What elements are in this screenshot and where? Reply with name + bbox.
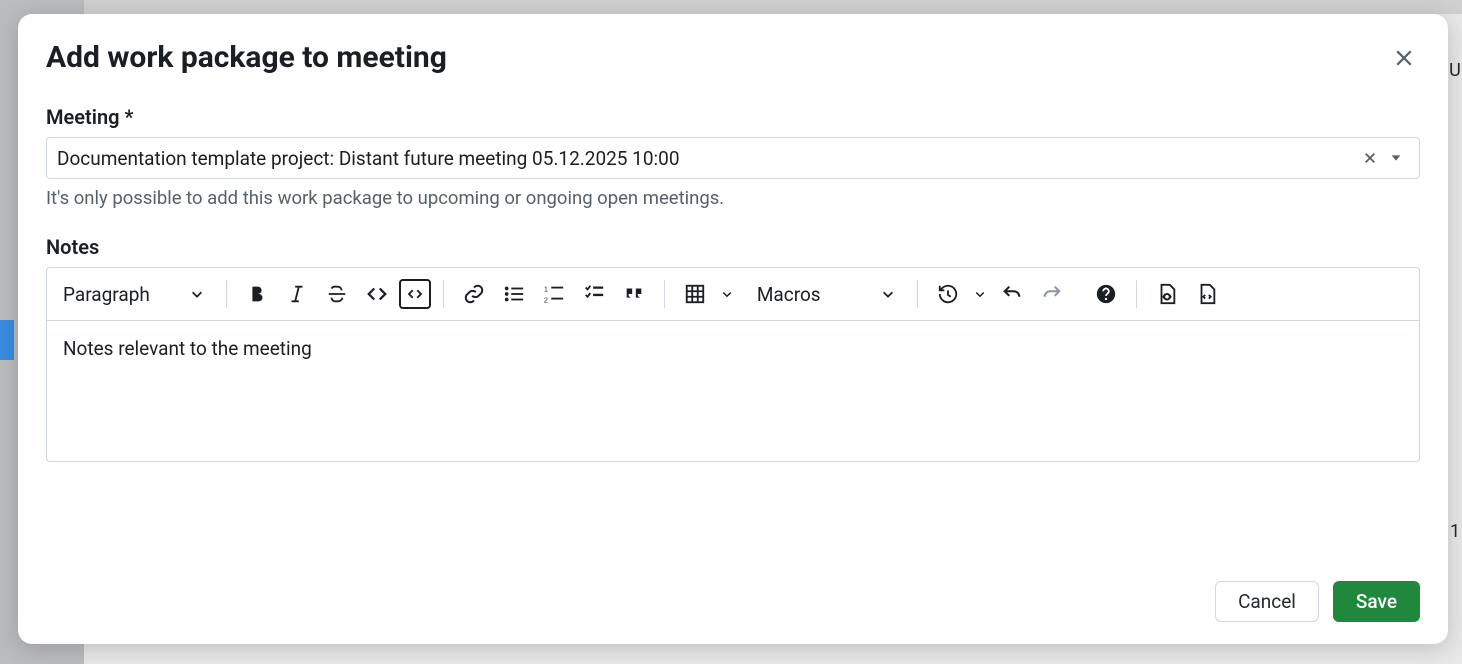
bold-button[interactable] [239,276,275,312]
inline-code-button[interactable] [359,276,395,312]
close-button[interactable] [1392,46,1416,70]
toolbar-separator [443,280,444,308]
italic-icon [286,283,308,305]
table-dropdown-button[interactable] [717,276,737,312]
link-icon [463,283,485,305]
code-icon [366,283,388,305]
chevron-down-icon [881,287,895,301]
meeting-dropdown-caret[interactable] [1383,151,1409,165]
blockquote-button[interactable] [616,276,652,312]
bullet-list-icon [503,283,525,305]
preview-icon [1156,283,1178,305]
task-list-icon [583,283,605,305]
notes-label: Notes [46,235,1420,259]
source-button[interactable] [1189,276,1225,312]
strikethrough-button[interactable] [319,276,355,312]
ordered-list-icon: 12 [543,283,565,305]
bullet-list-button[interactable] [496,276,532,312]
table-icon [684,283,706,305]
close-icon [1395,49,1413,67]
ordered-list-button[interactable]: 12 [536,276,572,312]
toolbar-separator [917,280,918,308]
table-button[interactable] [677,276,713,312]
redo-icon [1041,283,1063,305]
history-dropdown-button[interactable] [970,276,990,312]
meeting-selected-value: Documentation template project: Distant … [57,147,1357,170]
notes-editor: Paragraph [46,267,1420,462]
bg-right-char-2: 1 [1450,521,1460,542]
chevron-down-icon [974,288,986,300]
redo-button[interactable] [1034,276,1070,312]
meeting-select[interactable]: Documentation template project: Distant … [46,137,1420,179]
svg-text:2: 2 [544,295,548,304]
link-button[interactable] [456,276,492,312]
cancel-button[interactable]: Cancel [1215,581,1319,622]
source-icon [1196,283,1218,305]
chevron-down-icon [721,288,733,300]
modal-footer: Cancel Save [46,557,1420,622]
toolbar-separator [1136,280,1137,308]
meeting-label-text: Meeting [46,105,120,129]
meeting-required-indicator: * [124,105,133,129]
heading-dropdown[interactable]: Paragraph [57,279,214,310]
history-button[interactable] [930,276,966,312]
bg-topbar [84,0,1462,14]
macros-dropdown-label: Macros [757,283,821,306]
bg-right-edge: U 1 [1448,60,1462,542]
meeting-label: Meeting * [46,105,1420,129]
notes-textarea[interactable]: Notes relevant to the meeting [47,321,1419,461]
chevron-down-icon [190,287,204,301]
bold-icon [246,283,268,305]
notes-content: Notes relevant to the meeting [63,337,312,360]
clear-icon [1363,151,1377,165]
history-icon [937,283,959,305]
preview-button[interactable] [1149,276,1185,312]
code-block-button[interactable] [399,279,431,309]
toolbar-separator [664,280,665,308]
undo-icon [1001,283,1023,305]
help-icon [1095,283,1117,305]
save-button[interactable]: Save [1333,581,1420,622]
quote-icon [623,283,645,305]
modal-title: Add work package to meeting [46,40,1420,75]
meeting-clear-button[interactable] [1357,151,1383,165]
undo-button[interactable] [994,276,1030,312]
macros-dropdown[interactable]: Macros [751,279,905,310]
italic-button[interactable] [279,276,315,312]
strikethrough-icon [326,283,348,305]
help-button[interactable] [1088,276,1124,312]
toolbar-separator [226,280,227,308]
meeting-help-text: It's only possible to add this work pack… [46,187,1420,209]
caret-down-icon [1389,151,1403,165]
bg-right-char-1: U [1449,60,1461,81]
add-to-meeting-modal: Add work package to meeting Meeting * Do… [18,14,1448,644]
heading-dropdown-label: Paragraph [63,283,150,306]
code-block-icon [406,285,424,303]
editor-toolbar: Paragraph [47,268,1419,321]
svg-text:1: 1 [544,284,548,293]
task-list-button[interactable] [576,276,612,312]
bg-active-indicator [0,320,14,360]
